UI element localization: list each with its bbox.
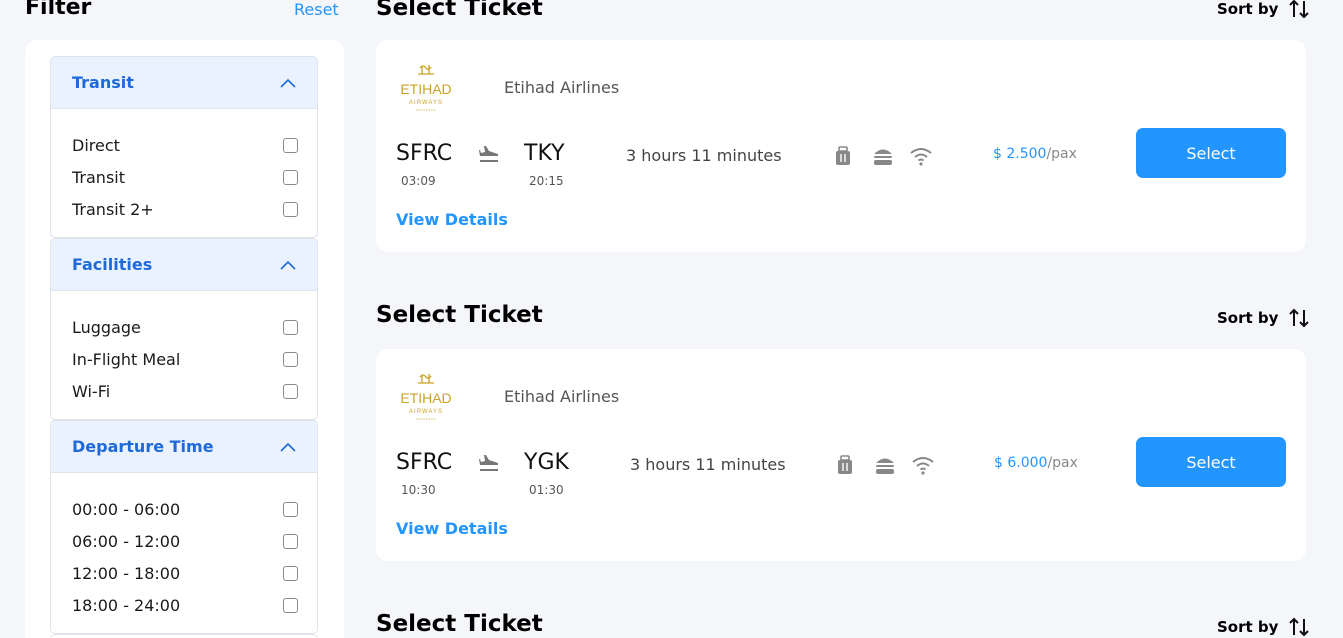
price-unit: /pax	[1047, 455, 1078, 471]
burger-icon	[874, 149, 892, 165]
airline-name: Etihad Airlines	[504, 78, 620, 97]
flight-duration: 3 hours 11 minutes	[630, 455, 786, 474]
wifi-icon	[910, 148, 932, 166]
flight-duration: 3 hours 11 minutes	[626, 146, 782, 165]
sort-arrows-icon	[1289, 0, 1310, 19]
checkbox[interactable]	[283, 137, 298, 153]
sort-button[interactable]: Sort by	[1217, 0, 1310, 20]
price: $ 6.000/pax	[994, 455, 1078, 471]
filter-option-direct: Direct	[72, 135, 298, 155]
sort-arrows-icon	[1289, 617, 1310, 637]
filter-option-label: 18:00 - 24:00	[72, 595, 181, 615]
plane-icon	[479, 146, 498, 162]
filter-option-time-3: 18:00 - 24:00	[72, 595, 298, 615]
plane-icon	[479, 455, 498, 471]
checkbox[interactable]	[283, 169, 298, 185]
airline-name: Etihad Airlines	[504, 387, 620, 406]
filter-group-header-departure-time[interactable]: Departure Time	[51, 421, 317, 473]
sort-label: Sort by	[1217, 0, 1279, 18]
section-title: Select Ticket	[376, 302, 543, 328]
checkbox[interactable]	[283, 201, 298, 217]
filter-group-title: Transit	[72, 73, 134, 92]
filter-group-header-transit[interactable]: Transit	[51, 57, 317, 109]
price-unit: /pax	[1046, 146, 1077, 162]
filter-group-departure-time: Departure Time 00:00 - 06:00 06:00 - 12:…	[50, 420, 318, 634]
section-title: Select Ticket	[376, 0, 543, 21]
view-details-link[interactable]: View Details	[396, 210, 508, 229]
reset-link[interactable]: Reset	[294, 0, 339, 20]
svg-text:AIRWAYS: AIRWAYS	[409, 409, 443, 415]
filter-option-time-0: 00:00 - 06:00	[72, 499, 298, 519]
checkbox[interactable]	[283, 565, 298, 581]
filter-group-title: Departure Time	[72, 437, 214, 456]
filter-option-label: In-Flight Meal	[72, 349, 181, 369]
ticket-card: ETIHAD AIRWAYS Etihad Airlines SFRC 03:0…	[376, 40, 1306, 252]
price: $ 2.500/pax	[993, 146, 1077, 162]
svg-text:AIRWAYS: AIRWAYS	[409, 100, 443, 106]
filter-option-label: 12:00 - 18:00	[72, 563, 181, 583]
filter-option-label: Wi-Fi	[72, 381, 111, 401]
price-amount: $ 6.000	[994, 455, 1048, 471]
filter-option-meal: In-Flight Meal	[72, 349, 298, 369]
origin-code: SFRC	[396, 141, 453, 166]
destination-code: TKY	[524, 141, 565, 166]
svg-text:ETIHAD: ETIHAD	[400, 81, 451, 97]
filter-option-label: 00:00 - 06:00	[72, 499, 181, 519]
origin-code: SFRC	[396, 450, 453, 475]
chevron-up-icon	[280, 260, 296, 270]
filter-group-title: Facilities	[72, 255, 153, 274]
departure-time: 10:30	[401, 483, 436, 497]
filter-group-transit: Transit Direct Transit Transit 2+	[50, 56, 318, 238]
filter-group-facilities: Facilities Luggage In-Flight Meal Wi-Fi	[50, 238, 318, 420]
chevron-up-icon	[280, 442, 296, 452]
sort-button[interactable]: Sort by	[1217, 616, 1310, 638]
checkbox[interactable]	[283, 351, 298, 367]
flight-search-page: Filter Reset Transit Direct Transit Tran…	[0, 0, 1343, 638]
sort-label: Sort by	[1217, 618, 1279, 636]
arrival-time: 01:30	[529, 483, 564, 497]
select-button[interactable]: Select	[1136, 437, 1286, 487]
filter-option-label: Transit 2+	[72, 199, 154, 219]
filter-option-time-1: 06:00 - 12:00	[72, 531, 298, 551]
filter-option-label: 06:00 - 12:00	[72, 531, 181, 551]
filter-group-next	[50, 634, 318, 638]
section-title: Select Ticket	[376, 611, 543, 637]
checkbox[interactable]	[283, 319, 298, 335]
filter-option-label: Luggage	[72, 317, 141, 337]
price-amount: $ 2.500	[993, 146, 1047, 162]
filter-group-header-facilities[interactable]: Facilities	[51, 239, 317, 291]
sort-button[interactable]: Sort by	[1217, 307, 1310, 329]
filter-title: Filter	[25, 0, 92, 20]
ticket-card: ETIHAD AIRWAYS Etihad Airlines SFRC 10:3…	[376, 349, 1306, 561]
luggage-icon	[836, 146, 850, 165]
wifi-icon	[912, 457, 934, 475]
select-button[interactable]: Select	[1136, 128, 1286, 178]
filter-option-transit: Transit	[72, 167, 298, 187]
destination-code: YGK	[524, 450, 569, 475]
burger-icon	[876, 458, 894, 474]
filter-option-label: Transit	[72, 167, 125, 187]
arrival-time: 20:15	[529, 174, 564, 188]
checkbox[interactable]	[283, 383, 298, 399]
filter-option-label: Direct	[72, 135, 120, 155]
departure-time: 03:09	[401, 174, 436, 188]
filter-option-wifi: Wi-Fi	[72, 381, 298, 401]
checkbox[interactable]	[283, 533, 298, 549]
view-details-link[interactable]: View Details	[396, 519, 508, 538]
etihad-logo: ETIHAD AIRWAYS	[400, 65, 452, 111]
filter-option-luggage: Luggage	[72, 317, 298, 337]
chevron-up-icon	[280, 78, 296, 88]
sort-label: Sort by	[1217, 309, 1279, 327]
filter-option-time-2: 12:00 - 18:00	[72, 563, 298, 583]
etihad-logo: ETIHAD AIRWAYS	[400, 374, 452, 420]
luggage-icon	[838, 455, 852, 474]
checkbox[interactable]	[283, 597, 298, 613]
checkbox[interactable]	[283, 501, 298, 517]
svg-text:ETIHAD: ETIHAD	[400, 390, 451, 406]
sort-arrows-icon	[1289, 308, 1310, 328]
filter-option-transit-2plus: Transit 2+	[72, 199, 298, 219]
